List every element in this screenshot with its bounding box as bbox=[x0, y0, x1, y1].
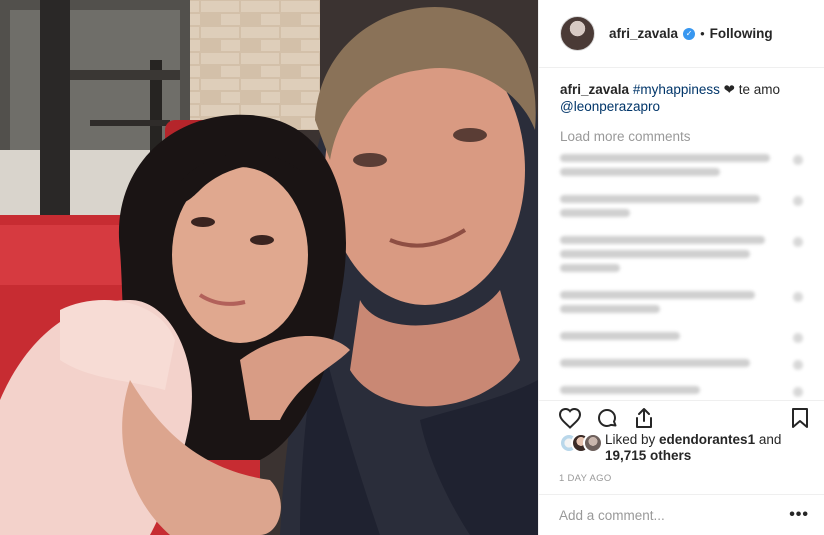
post-timestamp[interactable]: 1 DAY AGO bbox=[559, 473, 612, 484]
post-photo[interactable] bbox=[0, 0, 538, 535]
comment-like-icon[interactable] bbox=[793, 292, 803, 302]
likes-summary: Liked by edendorantes1 and 19,715 others bbox=[559, 432, 819, 466]
post-header: afri_zavala ✓ • Following bbox=[539, 0, 824, 68]
more-options-button[interactable]: ••• bbox=[783, 507, 815, 523]
comment-like-icon[interactable] bbox=[793, 333, 803, 343]
following-button[interactable]: Following bbox=[710, 26, 773, 41]
post-detail-panel: afri_zavala ✓ • Following afri_zavala #m… bbox=[538, 0, 824, 535]
comment-item bbox=[560, 328, 803, 346]
caption-mention-link[interactable]: @leonperazapro bbox=[560, 99, 660, 114]
likes-count-link[interactable]: 19,715 others bbox=[605, 448, 691, 463]
comment-like-icon[interactable] bbox=[793, 196, 803, 206]
verified-badge-icon: ✓ bbox=[683, 27, 696, 40]
load-more-comments-button[interactable]: Load more comments bbox=[560, 129, 803, 144]
comment-like-icon[interactable] bbox=[793, 360, 803, 370]
caption-text: te amo bbox=[734, 82, 780, 97]
comment-icon bbox=[598, 409, 617, 427]
comment-like-icon[interactable] bbox=[793, 387, 803, 397]
caption-username-link[interactable]: afri_zavala bbox=[560, 82, 629, 97]
comment-item bbox=[560, 287, 803, 319]
share-button[interactable] bbox=[631, 405, 657, 431]
post-actions-bar bbox=[539, 400, 824, 432]
header-separator: • bbox=[700, 26, 705, 41]
heart-icon bbox=[558, 407, 582, 429]
post-photo-illustration bbox=[0, 0, 538, 535]
comment-item bbox=[560, 232, 803, 278]
add-comment-bar: ••• bbox=[539, 494, 824, 535]
comments-section: afri_zavala #myhappiness ❤ te amo @leonp… bbox=[539, 69, 824, 399]
share-icon bbox=[636, 408, 652, 428]
caption-heart: ❤ bbox=[723, 82, 735, 97]
comment-button[interactable] bbox=[594, 405, 620, 431]
likes-middle: and bbox=[755, 432, 782, 447]
add-comment-input[interactable] bbox=[559, 507, 784, 523]
likes-text: Liked by edendorantes1 and 19,715 others bbox=[605, 432, 781, 464]
likes-prefix: Liked by bbox=[605, 432, 660, 447]
author-avatar[interactable] bbox=[560, 16, 595, 51]
blurred-comments-list bbox=[560, 150, 803, 399]
like-button[interactable] bbox=[557, 405, 583, 431]
liker-username-link[interactable]: edendorantes1 bbox=[659, 432, 755, 447]
bookmark-icon bbox=[792, 408, 808, 428]
post-caption: afri_zavala #myhappiness ❤ te amo @leonp… bbox=[560, 81, 803, 115]
comment-item bbox=[560, 150, 803, 182]
comment-item bbox=[560, 191, 803, 223]
comment-item bbox=[560, 355, 803, 373]
comment-like-icon[interactable] bbox=[793, 155, 803, 165]
comment-item bbox=[560, 382, 803, 399]
caption-hashtag-link[interactable]: #myhappiness bbox=[633, 82, 720, 97]
liker-avatars bbox=[559, 433, 605, 455]
save-button[interactable] bbox=[787, 405, 813, 431]
author-username-link[interactable]: afri_zavala bbox=[609, 26, 678, 41]
comment-like-icon[interactable] bbox=[793, 237, 803, 247]
liker-avatar[interactable] bbox=[583, 433, 603, 453]
